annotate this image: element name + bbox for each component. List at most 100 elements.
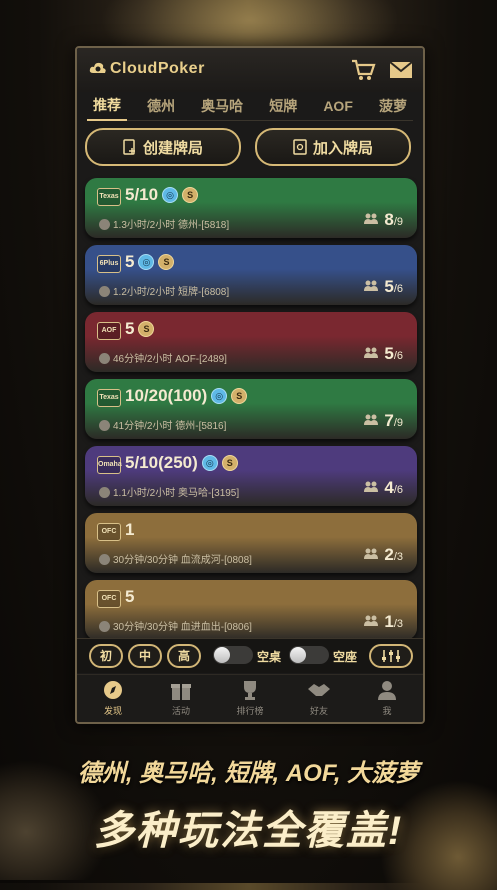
room-meta: 1.1小时/2小时 奥马哈-[3195]	[99, 484, 239, 499]
app-logo: CloudPoker	[89, 60, 205, 78]
filter-bar: 初 中 高 空桌 空座	[77, 638, 423, 673]
room-meta-text: 30分钟/30分钟 血进血出-[0806]	[113, 622, 252, 633]
tab-recommended[interactable]: 推荐	[87, 91, 127, 121]
filter-level-middle[interactable]: 中	[128, 644, 162, 668]
filter-level-beginner[interactable]: 初	[89, 644, 123, 668]
room-meta-text: 1.1小时/2小时 奥马哈-[3195]	[113, 488, 240, 499]
players-max: /6	[393, 283, 403, 295]
room-card[interactable]: OFC 1 30分钟/30分钟 血流成河-[0808] 2/3	[85, 513, 417, 573]
blinds-value: 5	[125, 319, 135, 338]
room-seats: 2/3	[364, 545, 403, 565]
s-badge-icon: S	[182, 187, 199, 203]
room-seats: 1/3	[364, 612, 403, 632]
players-icon	[364, 280, 379, 291]
insurance-badge-icon: ◎	[138, 254, 155, 270]
nav-leaderboard[interactable]: 排行榜	[220, 679, 280, 717]
promo-tagline: 德州, 奥马哈, 短牌, AOF, 大菠萝	[77, 760, 420, 787]
empty-table-label: 空桌	[257, 650, 282, 664]
room-card[interactable]: OFC 5 30分钟/30分钟 血进血出-[0806] 1/3	[85, 580, 417, 640]
room-card[interactable]: Omaha 5/10(250) ◎ S 1.1小时/2小时 奥马哈-[3195] 4/6	[85, 446, 417, 506]
room-meta: 1.3小时/2小时 德州-[5818]	[99, 216, 229, 231]
tab-short-deck[interactable]: 短牌	[263, 92, 303, 120]
tab-aof[interactable]: AOF	[317, 94, 359, 118]
create-game-button[interactable]: 创建牌局	[85, 128, 241, 166]
toggle-knob	[290, 647, 306, 663]
compass-icon	[104, 681, 122, 699]
nav-label: 我	[382, 706, 392, 716]
nav-me[interactable]: 我	[357, 679, 417, 717]
app-screen: CloudPoker 推荐 德州 奥马哈 短牌 AOF 菠萝 创建牌局 加入牌局…	[75, 46, 425, 724]
top-bar: CloudPoker	[77, 48, 423, 92]
join-game-label: 加入牌局	[312, 139, 373, 157]
room-card[interactable]: Texas 10/20(100) ◎ S 41分钟/2小时 德州-[5816] 7/9	[85, 379, 417, 439]
players-icon	[364, 213, 379, 224]
players-max: /6	[393, 350, 403, 362]
clock-icon	[99, 554, 110, 565]
room-seats: 5/6	[364, 344, 403, 364]
room-meta: 1.2小时/2小时 短牌-[6808]	[99, 283, 229, 298]
blinds-value: 5/10	[125, 185, 159, 204]
players-count: 5	[384, 344, 394, 363]
room-meta-text: 1.2小时/2小时 短牌-[6808]	[113, 287, 230, 298]
blinds-value: 5	[125, 252, 135, 271]
room-meta: 30分钟/30分钟 血进血出-[0806]	[99, 618, 252, 633]
tab-pineapple[interactable]: 菠萝	[373, 92, 413, 120]
players-icon	[364, 481, 379, 492]
room-seats: 8/9	[364, 210, 403, 230]
mail-icon[interactable]	[389, 60, 413, 80]
create-game-icon	[123, 139, 135, 155]
s-badge-icon: S	[158, 254, 175, 270]
players-icon	[364, 347, 379, 358]
blinds-value: 1	[125, 520, 135, 539]
filter-settings-button[interactable]	[369, 644, 413, 668]
game-type-icon: Texas	[97, 389, 121, 407]
tab-omaha[interactable]: 奥马哈	[195, 92, 249, 120]
nav-label: 排行榜	[236, 706, 264, 716]
room-seats: 5/6	[364, 277, 403, 297]
gift-icon	[171, 684, 191, 700]
players-count: 4	[384, 478, 394, 497]
insurance-badge-icon: ◎	[201, 455, 218, 471]
players-max: /9	[393, 216, 403, 228]
room-seats: 4/6	[364, 478, 403, 498]
nav-friends[interactable]: 好友	[289, 679, 349, 717]
room-blinds: 5/10(250) ◎ S	[125, 453, 238, 473]
blinds-value: 5/10(250)	[125, 453, 198, 472]
room-meta: 30分钟/30分钟 血流成河-[0808]	[99, 551, 252, 566]
game-type-icon: OFC	[97, 590, 121, 608]
cart-icon[interactable]	[350, 58, 376, 82]
handshake-icon	[308, 684, 330, 696]
insurance-badge-icon: ◎	[162, 187, 179, 203]
cloud-logo-icon	[89, 62, 106, 73]
clock-icon	[99, 353, 110, 364]
room-card[interactable]: 6Plus 5 ◎ S 1.2小时/2小时 短牌-[6808] 5/6	[85, 245, 417, 305]
clock-icon	[99, 420, 110, 431]
room-meta: 41分钟/2小时 德州-[5816]	[99, 417, 226, 432]
clock-icon	[99, 487, 110, 498]
room-meta-text: 46分钟/2小时 AOF-[2489]	[113, 354, 227, 365]
nav-label: 发现	[103, 706, 122, 716]
nav-discover[interactable]: 发现	[83, 679, 143, 717]
s-badge-icon: S	[138, 321, 155, 337]
players-max: /3	[393, 551, 403, 563]
clock-icon	[99, 219, 110, 230]
room-meta: 46分钟/2小时 AOF-[2489]	[99, 350, 227, 365]
room-card[interactable]: AOF 5 S 46分钟/2小时 AOF-[2489] 5/6	[85, 312, 417, 372]
empty-seat-label: 空座	[333, 650, 358, 664]
players-count: 7	[384, 411, 394, 430]
s-badge-icon: S	[231, 388, 248, 404]
empty-table-toggle[interactable]	[213, 646, 253, 664]
join-game-button[interactable]: 加入牌局	[255, 128, 411, 166]
players-max: /3	[393, 618, 403, 630]
room-seats: 7/9	[364, 411, 403, 431]
nav-activities[interactable]: 活动	[151, 679, 211, 717]
filter-level-high[interactable]: 高	[167, 644, 201, 668]
tab-texas[interactable]: 德州	[141, 92, 181, 120]
room-blinds: 5/10 ◎ S	[125, 185, 199, 205]
game-type-icon: OFC	[97, 523, 121, 541]
room-card[interactable]: Texas 5/10 ◎ S 1.3小时/2小时 德州-[5818] 8/9	[85, 178, 417, 238]
nav-label: 好友	[309, 706, 328, 716]
action-buttons: 创建牌局 加入牌局	[85, 128, 415, 166]
players-max: /6	[393, 484, 403, 496]
empty-seat-toggle[interactable]	[289, 646, 329, 664]
